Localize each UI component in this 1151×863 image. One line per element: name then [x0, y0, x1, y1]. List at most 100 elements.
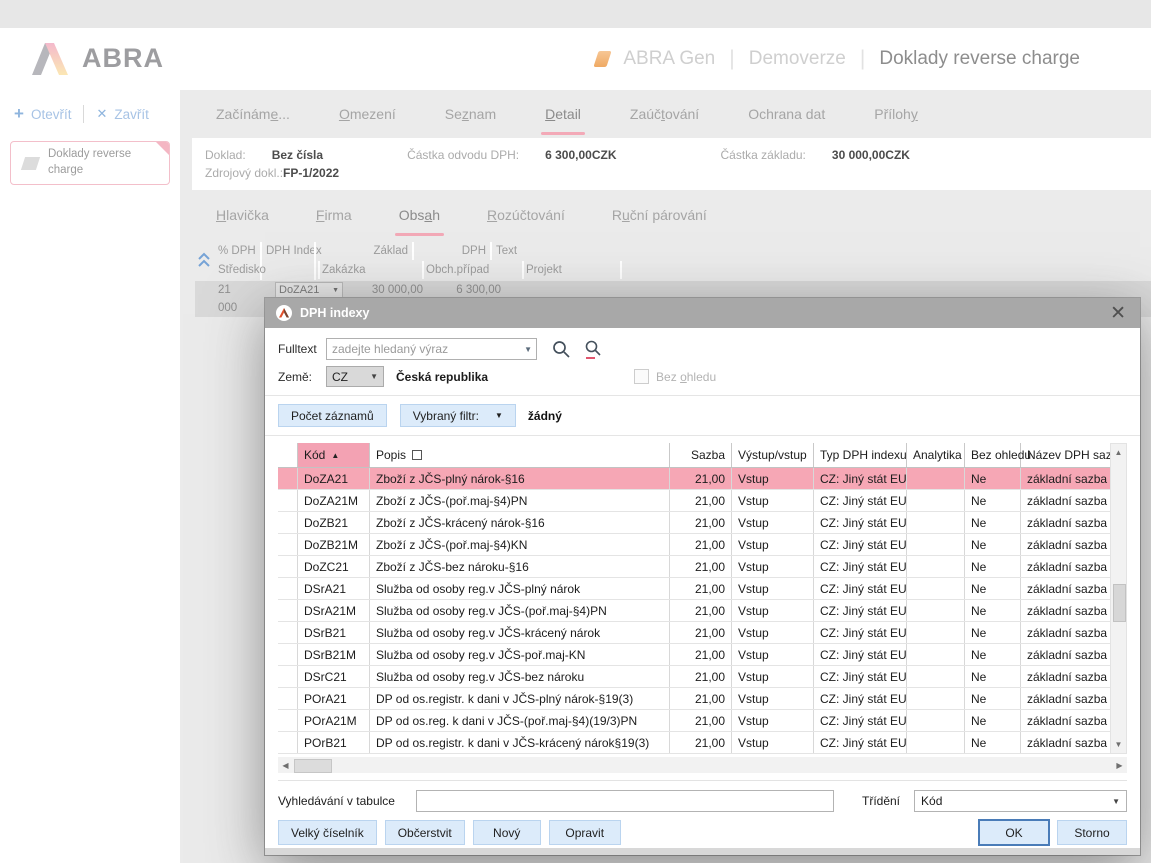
dph-index-row[interactable]: DoZC21 Zboží z JČS-bez nároku-§16 21,00 …: [278, 556, 1110, 578]
fulltext-input[interactable]: [326, 338, 537, 360]
search-icon[interactable]: [552, 340, 571, 359]
dph-index-row[interactable]: DoZB21M Zboží z JČS-(poř.maj-§4)KN 21,00…: [278, 534, 1110, 556]
sort-select[interactable]: Kód ▼: [914, 790, 1127, 812]
cell-vystup-vstup: Vstup: [732, 578, 814, 599]
dph-index-row[interactable]: DSrB21 Služba od osoby reg.v JČS-krácený…: [278, 622, 1110, 644]
cell-vystup-vstup: Vstup: [732, 534, 814, 555]
filter-value: žádný: [528, 409, 562, 423]
cell-nazev-dph-sazby: základní sazba: [1021, 600, 1110, 621]
collapse-rows-icon[interactable]: [197, 252, 211, 271]
grid-row-line1[interactable]: 21 DoZA21 ▼ 30 000,00 6 300,00: [195, 281, 1151, 299]
open-button[interactable]: + Otevřít: [14, 104, 71, 124]
vertical-scroll-thumb[interactable]: [1113, 584, 1126, 622]
cell-bez-ohledu: Ne: [965, 710, 1021, 731]
scroll-right-arrow[interactable]: ▶: [1112, 757, 1127, 773]
tab-seznam[interactable]: Seznam: [443, 102, 498, 126]
dialog-titlebar[interactable]: DPH indexy ✕: [265, 298, 1140, 328]
vertical-scrollbar[interactable]: ▲ ▼: [1110, 443, 1127, 754]
col-header-bez-ohledu[interactable]: Bez ohledu: [965, 443, 1021, 467]
cell-popis: Služba od osoby reg.v JČS-(poř.maj-§4)PN: [370, 600, 670, 621]
dph-table-body: DoZA21 Zboží z JČS-plný nárok-§16 21,00 …: [278, 468, 1127, 754]
opravit-button[interactable]: Opravit: [549, 820, 621, 845]
col-header-nazev-dph-sazby[interactable]: Název DPH sazby: [1021, 443, 1124, 467]
dph-index-table: Kód ▲ Popis Sazba Výstup/vstup Typ DPH i…: [278, 443, 1127, 754]
row-marker: [278, 512, 298, 533]
row-marker: [278, 732, 298, 753]
col-header-typ-dph-indexu[interactable]: Typ DPH indexu: [814, 443, 907, 467]
dph-index-row[interactable]: DSrA21 Služba od osoby reg.v JČS-plný ná…: [278, 578, 1110, 600]
cell-analytika: [907, 578, 965, 599]
cell-typ-dph-indexu: CZ: Jiný stát EU: [814, 468, 907, 489]
country-select[interactable]: CZ ▼: [326, 366, 384, 387]
close-button[interactable]: ✕ Zavřít: [96, 106, 148, 122]
col-header-vystup-vstup[interactable]: Výstup/vstup: [732, 443, 814, 467]
dph-index-row[interactable]: DoZA21M Zboží z JČS-(poř.maj-§4)PN 21,00…: [278, 490, 1110, 512]
scroll-left-arrow[interactable]: ◀: [278, 757, 293, 773]
ok-button[interactable]: OK: [979, 820, 1049, 845]
velky-ciselnik-button[interactable]: Velký číselník: [278, 820, 377, 845]
cell-vystup-vstup: Vstup: [732, 688, 814, 709]
col-header-popis[interactable]: Popis: [370, 443, 670, 467]
cell-popis: Zboží z JČS-(poř.maj-§4)KN: [370, 534, 670, 555]
storno-button[interactable]: Storno: [1057, 820, 1127, 845]
col-header-kod[interactable]: Kód ▲: [298, 443, 370, 467]
dph-index-row[interactable]: POrB21 DP od os.registr. k dani v JČS-kr…: [278, 732, 1110, 754]
cell-popis: DP od os.reg. k dani v JČS-(poř.maj-§4)(…: [370, 710, 670, 731]
tab-omezeni[interactable]: Omezení: [337, 102, 398, 126]
col-header-zakazka: Zakázka: [322, 261, 365, 279]
search-icons: [552, 339, 603, 360]
col-header-stredisko: Středisko: [218, 261, 266, 279]
tab-firma[interactable]: Firma: [314, 203, 354, 227]
vybrany-filtr-label: Vybraný filtr:: [413, 409, 479, 423]
cell-analytika: [907, 666, 965, 687]
cell-nazev-dph-sazby: základní sazba: [1021, 490, 1110, 511]
bez-ohledu-checkbox[interactable]: [634, 369, 649, 384]
document-info-bar: Doklad: Bez čísla Částka odvodu DPH: 6 3…: [192, 138, 1151, 190]
dph-index-row[interactable]: DSrB21M Služba od osoby reg.v JČS-poř.ma…: [278, 644, 1110, 666]
row-marker: [278, 688, 298, 709]
tab-ochrana-dat[interactable]: Ochrana dat: [746, 102, 827, 126]
tab-prilohy[interactable]: Přílohy: [872, 102, 920, 126]
dph-index-row[interactable]: POrA21M DP od os.reg. k dani v JČS-(poř.…: [278, 710, 1110, 732]
cell-analytika: [907, 490, 965, 511]
dph-indexy-dialog: DPH indexy ✕ Fulltext ▼: [265, 298, 1140, 855]
row-marker: [278, 600, 298, 621]
vybrany-filtr-dropdown[interactable]: Vybraný filtr: ▼: [400, 404, 516, 427]
window-top-strip: [0, 0, 1151, 28]
chevron-down-icon: ▼: [370, 372, 378, 381]
scroll-up-arrow[interactable]: ▲: [1111, 445, 1126, 460]
cell-popis: Zboží z JČS-bez nároku-§16: [370, 556, 670, 577]
cell-nazev-dph-sazby: základní sazba: [1021, 468, 1110, 489]
col-header-analytika[interactable]: Analytika: [907, 443, 965, 467]
scroll-down-arrow[interactable]: ▼: [1111, 737, 1126, 752]
tab-zaciname[interactable]: Začínáme...: [214, 102, 292, 126]
sidebar-item-doklady-reverse-charge[interactable]: Doklady reverse charge: [10, 141, 170, 185]
dph-index-combobox[interactable]: DoZA21 ▼: [275, 282, 343, 298]
tab-detail[interactable]: Detail: [543, 102, 583, 126]
dph-index-row[interactable]: DSrC21 Služba od osoby reg.v JČS-bez nár…: [278, 666, 1110, 688]
divider: [265, 435, 1140, 436]
dph-index-row[interactable]: DoZA21 Zboží z JČS-plný nárok-§16 21,00 …: [278, 468, 1110, 490]
tab-obsah[interactable]: Obsah: [397, 203, 442, 227]
cell-bez-ohledu: Ne: [965, 688, 1021, 709]
cell-popis: Služba od osoby reg.v JČS-bez nároku: [370, 666, 670, 687]
pocet-zaznamu-button[interactable]: Počet záznamů: [278, 404, 387, 427]
novy-button[interactable]: Nový: [473, 820, 541, 845]
row-marker: [278, 666, 298, 687]
dialog-close-icon[interactable]: ✕: [1107, 304, 1129, 323]
dph-index-row[interactable]: DoZB21 Zboží z JČS-krácený nárok-§16 21,…: [278, 512, 1110, 534]
dph-index-row[interactable]: DSrA21M Služba od osoby reg.v JČS-(poř.m…: [278, 600, 1110, 622]
dph-index-row[interactable]: POrA21 DP od os.registr. k dani v JČS-pl…: [278, 688, 1110, 710]
tab-rozuctovani[interactable]: Rozúčtování: [485, 203, 567, 227]
cell-bez-ohledu: Ne: [965, 512, 1021, 533]
row-marker: [278, 622, 298, 643]
horizontal-scrollbar[interactable]: ◀ ▶: [278, 757, 1127, 773]
horizontal-scroll-thumb[interactable]: [294, 759, 332, 773]
tab-rucni-parovani[interactable]: Ruční párování: [610, 203, 709, 227]
tab-zauctovani[interactable]: Zaúčtování: [628, 102, 701, 126]
search-next-icon[interactable]: [584, 339, 603, 360]
obcerstvit-button[interactable]: Občerstvit: [385, 820, 465, 845]
tab-hlavicka[interactable]: Hlavička: [214, 203, 271, 227]
table-search-input[interactable]: [416, 790, 834, 812]
col-header-sazba[interactable]: Sazba: [670, 443, 732, 467]
